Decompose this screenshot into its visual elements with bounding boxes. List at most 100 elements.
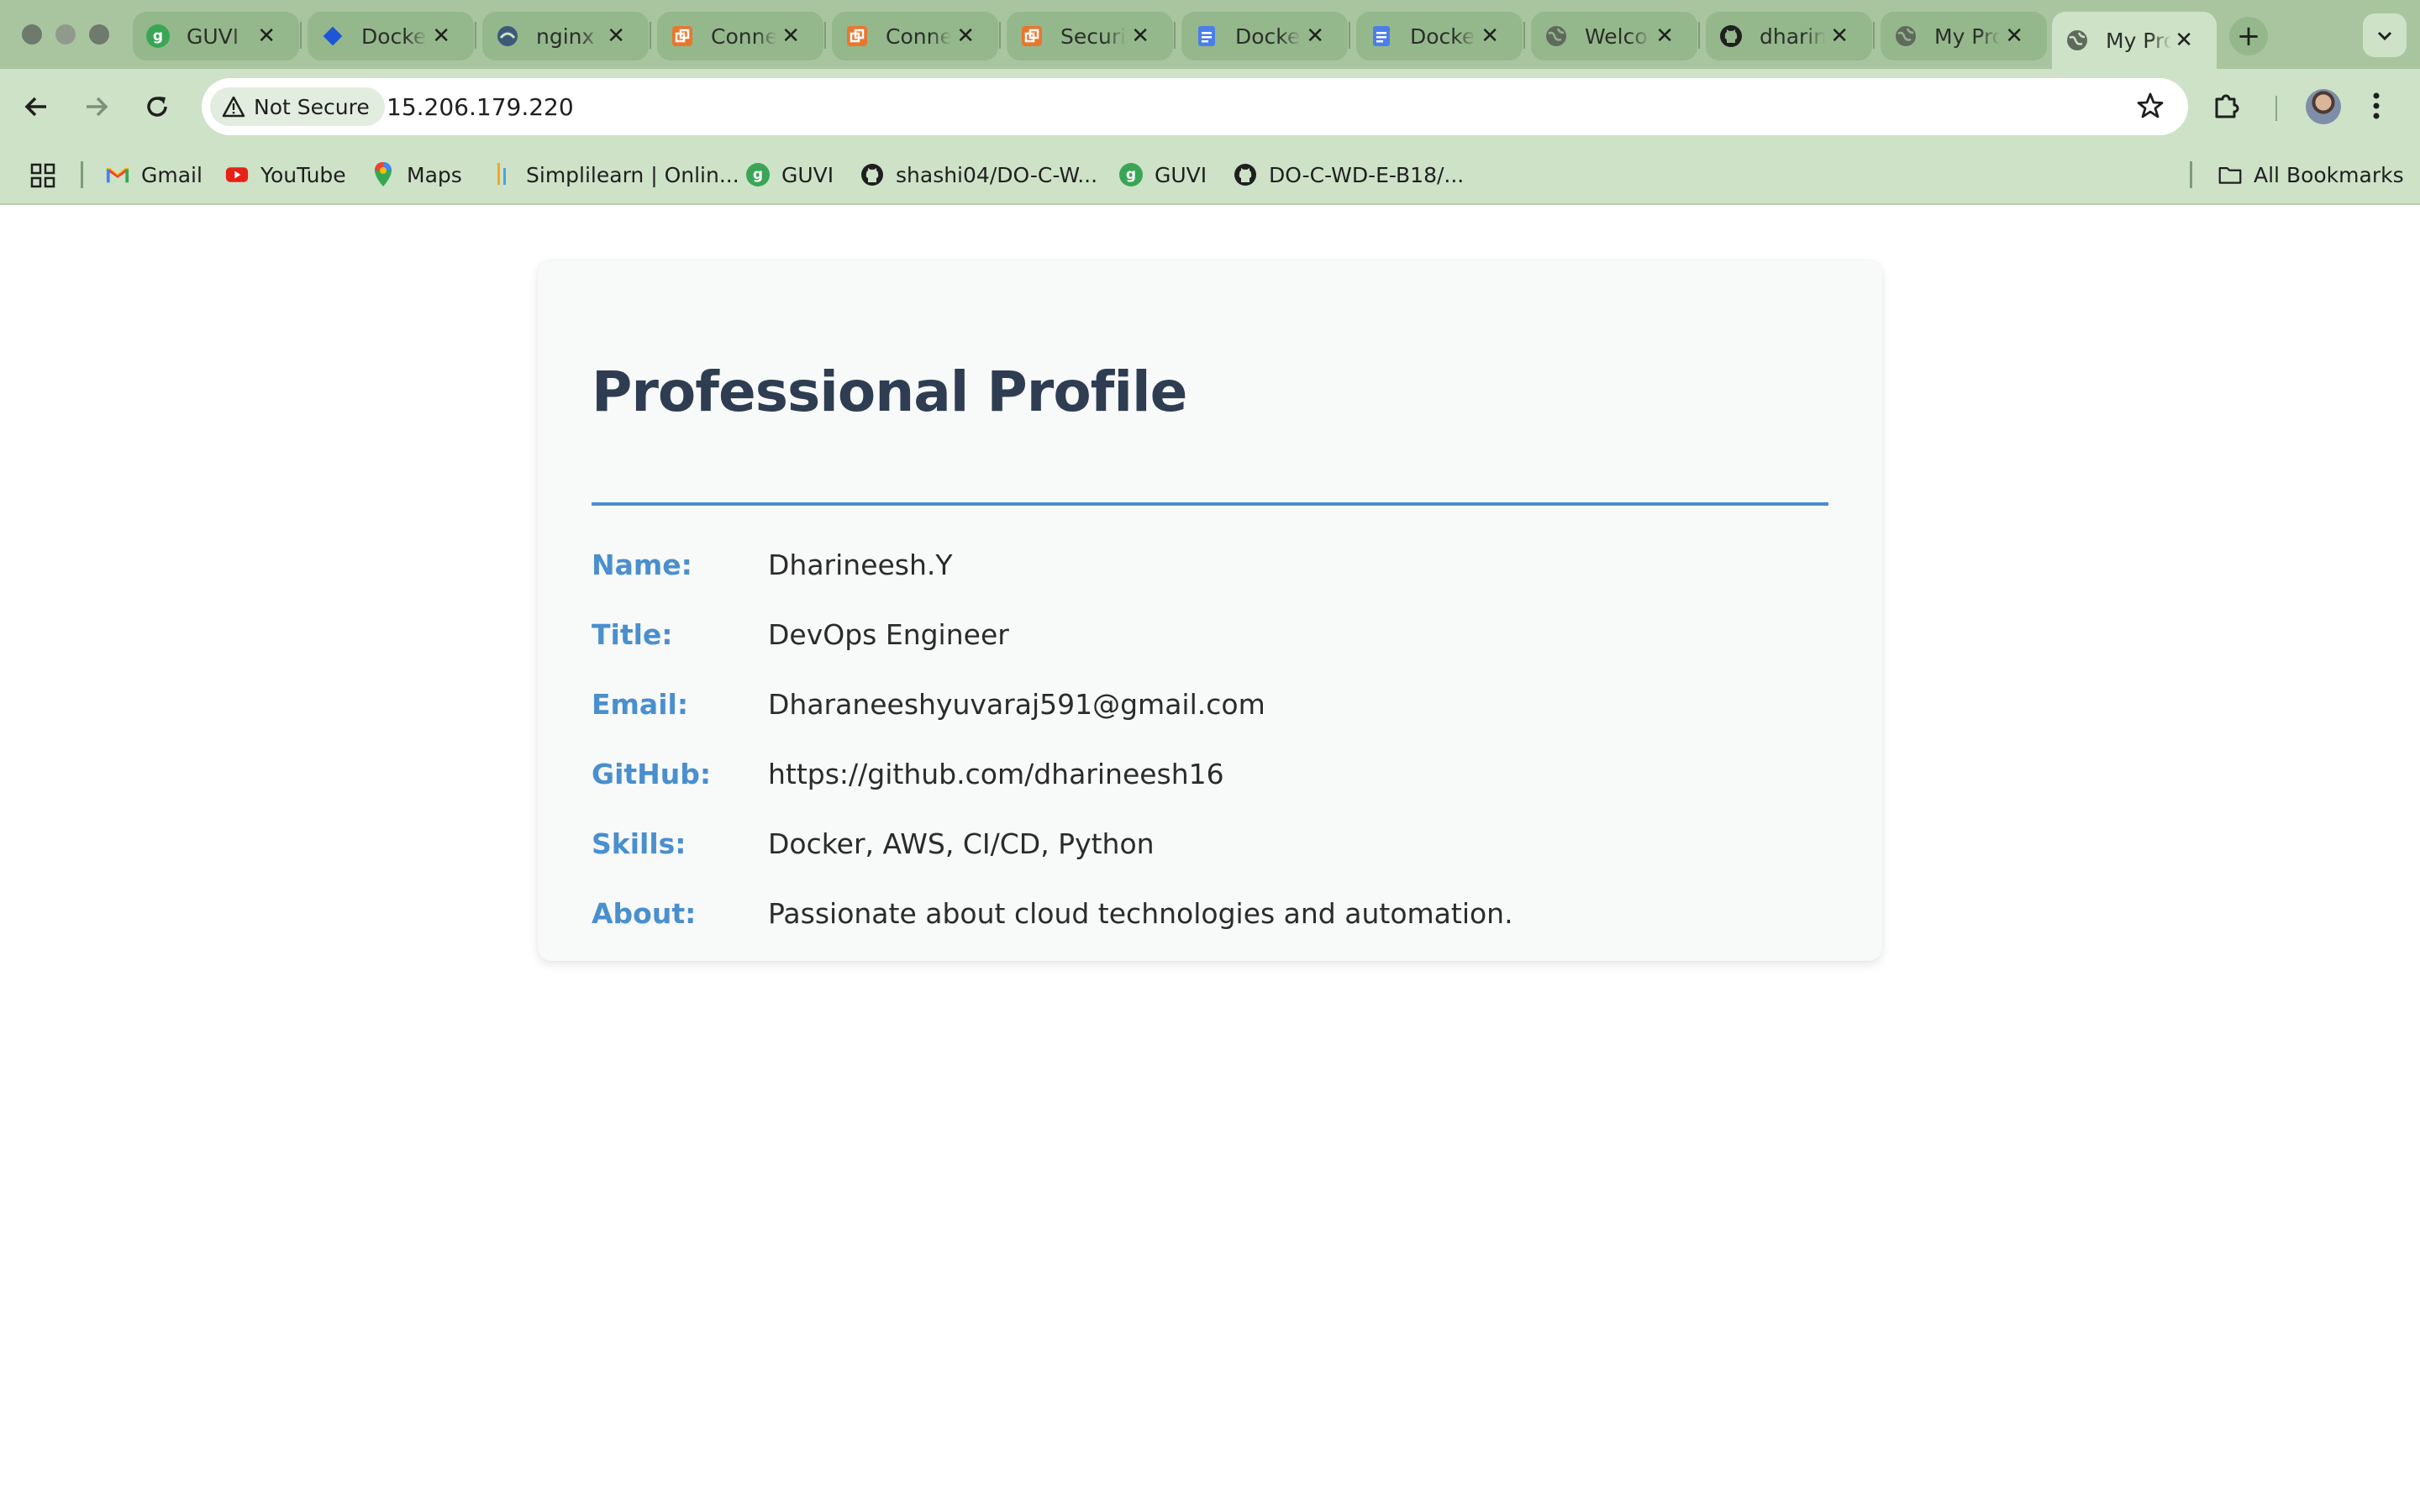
tab-divider xyxy=(475,22,476,49)
bookmark-label: Maps xyxy=(407,162,462,187)
nginx-icon xyxy=(496,24,519,48)
github-icon xyxy=(860,163,884,186)
close-tab-icon[interactable]: ✕ xyxy=(257,24,276,49)
bookmark-label: Gmail xyxy=(141,162,203,187)
close-tab-icon[interactable]: ✕ xyxy=(1131,24,1150,49)
site-info-chip[interactable]: Not Secure xyxy=(210,87,385,126)
github-icon xyxy=(1234,163,1257,186)
tab-divider xyxy=(1349,22,1350,49)
tab-divider xyxy=(650,22,651,49)
bookmark-guvi[interactable]: g GUVI xyxy=(746,158,834,192)
arrow-left-icon xyxy=(24,97,46,117)
tab-search-button[interactable] xyxy=(2363,13,2407,57)
browser-tab[interactable]: Docker ✕ xyxy=(308,12,474,60)
bookmark-youtube[interactable]: YouTube xyxy=(225,158,346,192)
tab-title: Connect xyxy=(711,24,776,49)
tab-divider xyxy=(1698,22,1700,49)
bookmark-maps[interactable]: Maps xyxy=(371,158,462,192)
globe-icon xyxy=(1894,24,1918,48)
close-tab-icon[interactable]: ✕ xyxy=(607,24,625,49)
close-tab-icon[interactable]: ✕ xyxy=(1481,24,1499,49)
new-tab-button[interactable]: + xyxy=(2229,17,2268,55)
simplilearn-icon xyxy=(491,163,514,186)
close-tab-icon[interactable]: ✕ xyxy=(781,24,800,49)
all-bookmarks-button[interactable]: All Bookmarks xyxy=(2218,158,2404,192)
field-label: Skills: xyxy=(592,827,687,860)
bookmark-github-shashi[interactable]: shashi04/DO-C-W... xyxy=(860,158,1097,192)
aws-connect-icon xyxy=(671,24,694,48)
field-value: Passionate about cloud technologies and … xyxy=(768,896,1513,930)
tab-title: dharineesh xyxy=(1760,24,1825,49)
reload-icon xyxy=(147,97,167,117)
close-tab-icon[interactable]: ✕ xyxy=(432,24,450,49)
browser-tab[interactable]: Docker ✕ xyxy=(1181,12,1348,60)
aws-connect-icon xyxy=(845,24,869,48)
browser-tab[interactable]: Security ✕ xyxy=(1007,12,1173,60)
browser-toolbar: Not Secure 15.206.179.220 xyxy=(0,69,2420,144)
tab-title: My Profile xyxy=(2106,28,2171,53)
bookmark-label: GUVI xyxy=(781,162,834,187)
browser-tab[interactable]: Connect ✕ xyxy=(657,12,823,60)
jira-diamond-icon xyxy=(321,24,345,48)
guvi-icon: g xyxy=(746,163,770,186)
field-value: Dharaneeshyuvaraj591@gmail.com xyxy=(768,687,1265,721)
tab-title: My Profile xyxy=(1934,24,2000,49)
close-tab-icon[interactable]: ✕ xyxy=(1655,24,1674,49)
profile-row-skills: Skills: Docker, AWS, CI/CD, Python xyxy=(592,822,1155,864)
address-bar[interactable]: Not Secure 15.206.179.220 xyxy=(202,78,2188,135)
tab-title: Connect xyxy=(886,24,951,49)
close-tab-icon[interactable]: ✕ xyxy=(956,24,975,49)
profile-row-github: GitHub: https://github.com/dharineesh16 xyxy=(592,753,1224,795)
bookmark-label: YouTube xyxy=(260,162,346,187)
close-tab-icon[interactable]: ✕ xyxy=(2175,28,2193,53)
field-label: About: xyxy=(592,896,697,930)
security-status-label: Not Secure xyxy=(254,94,370,119)
browser-tab[interactable]: Connect ✕ xyxy=(832,12,998,60)
back-button[interactable] xyxy=(15,86,57,128)
field-value: https://github.com/dharineesh16 xyxy=(768,757,1224,790)
bookmark-gmail[interactable]: Gmail xyxy=(106,158,203,192)
browser-tab[interactable]: Docker ✕ xyxy=(1356,12,1523,60)
bookmark-guvi[interactable]: g GUVI xyxy=(1119,158,1207,192)
close-tab-icon[interactable]: ✕ xyxy=(1830,24,1849,49)
browser-menu-button[interactable] xyxy=(2370,87,2383,128)
profile-row-title: Title: DevOps Engineer xyxy=(592,613,1009,655)
close-tab-icon[interactable]: ✕ xyxy=(2005,24,2023,49)
profile-row-about: About: Passionate about cloud technologi… xyxy=(592,892,1513,934)
warning-icon xyxy=(222,96,245,118)
title-underline xyxy=(592,502,1828,506)
bookmark-star-button[interactable] xyxy=(2136,92,2165,123)
google-docs-icon xyxy=(1195,24,1218,48)
bookmarks-divider xyxy=(81,161,83,188)
apps-grid-icon[interactable] xyxy=(30,163,55,192)
extensions-button[interactable] xyxy=(2212,91,2242,124)
profile-avatar[interactable] xyxy=(2306,89,2341,124)
reload-button[interactable] xyxy=(136,86,178,128)
field-label: Name: xyxy=(592,548,692,581)
field-value: Dharineesh.Y xyxy=(768,548,953,581)
field-label: GitHub: xyxy=(592,757,712,790)
globe-icon xyxy=(2065,29,2089,52)
window-close-button[interactable] xyxy=(22,24,42,45)
aws-connect-icon xyxy=(1020,24,1044,48)
close-tab-icon[interactable]: ✕ xyxy=(1306,24,1324,49)
bookmark-label: shashi04/DO-C-W... xyxy=(896,162,1098,187)
browser-tab[interactable]: Welcome ✕ xyxy=(1531,12,1697,60)
browser-tab[interactable]: My Profile ✕ xyxy=(1881,12,2047,60)
google-docs-icon xyxy=(1370,24,1393,48)
field-label: Title: xyxy=(592,617,673,651)
browser-tab-active[interactable]: My Profile ✕ xyxy=(2052,12,2217,69)
window-zoom-button[interactable] xyxy=(89,24,109,45)
forward-button[interactable] xyxy=(76,86,118,128)
url-text[interactable]: 15.206.179.220 xyxy=(387,93,574,121)
field-label: Email: xyxy=(592,687,689,721)
star-icon xyxy=(2137,92,2164,118)
browser-tab[interactable]: g GUVI ✕ xyxy=(133,12,299,60)
browser-tab[interactable]: dharineesh ✕ xyxy=(1706,12,1872,60)
browser-tab[interactable]: nginx ✕ xyxy=(482,12,649,60)
window-minimize-button[interactable] xyxy=(55,24,76,45)
bookmark-github-do[interactable]: DO-C-WD-E-B18/... xyxy=(1234,158,1464,192)
bookmark-simplilearn[interactable]: Simplilearn | Onlin... xyxy=(491,158,739,192)
chevron-down-icon xyxy=(2377,31,2392,41)
tab-title: GUVI xyxy=(187,24,239,49)
